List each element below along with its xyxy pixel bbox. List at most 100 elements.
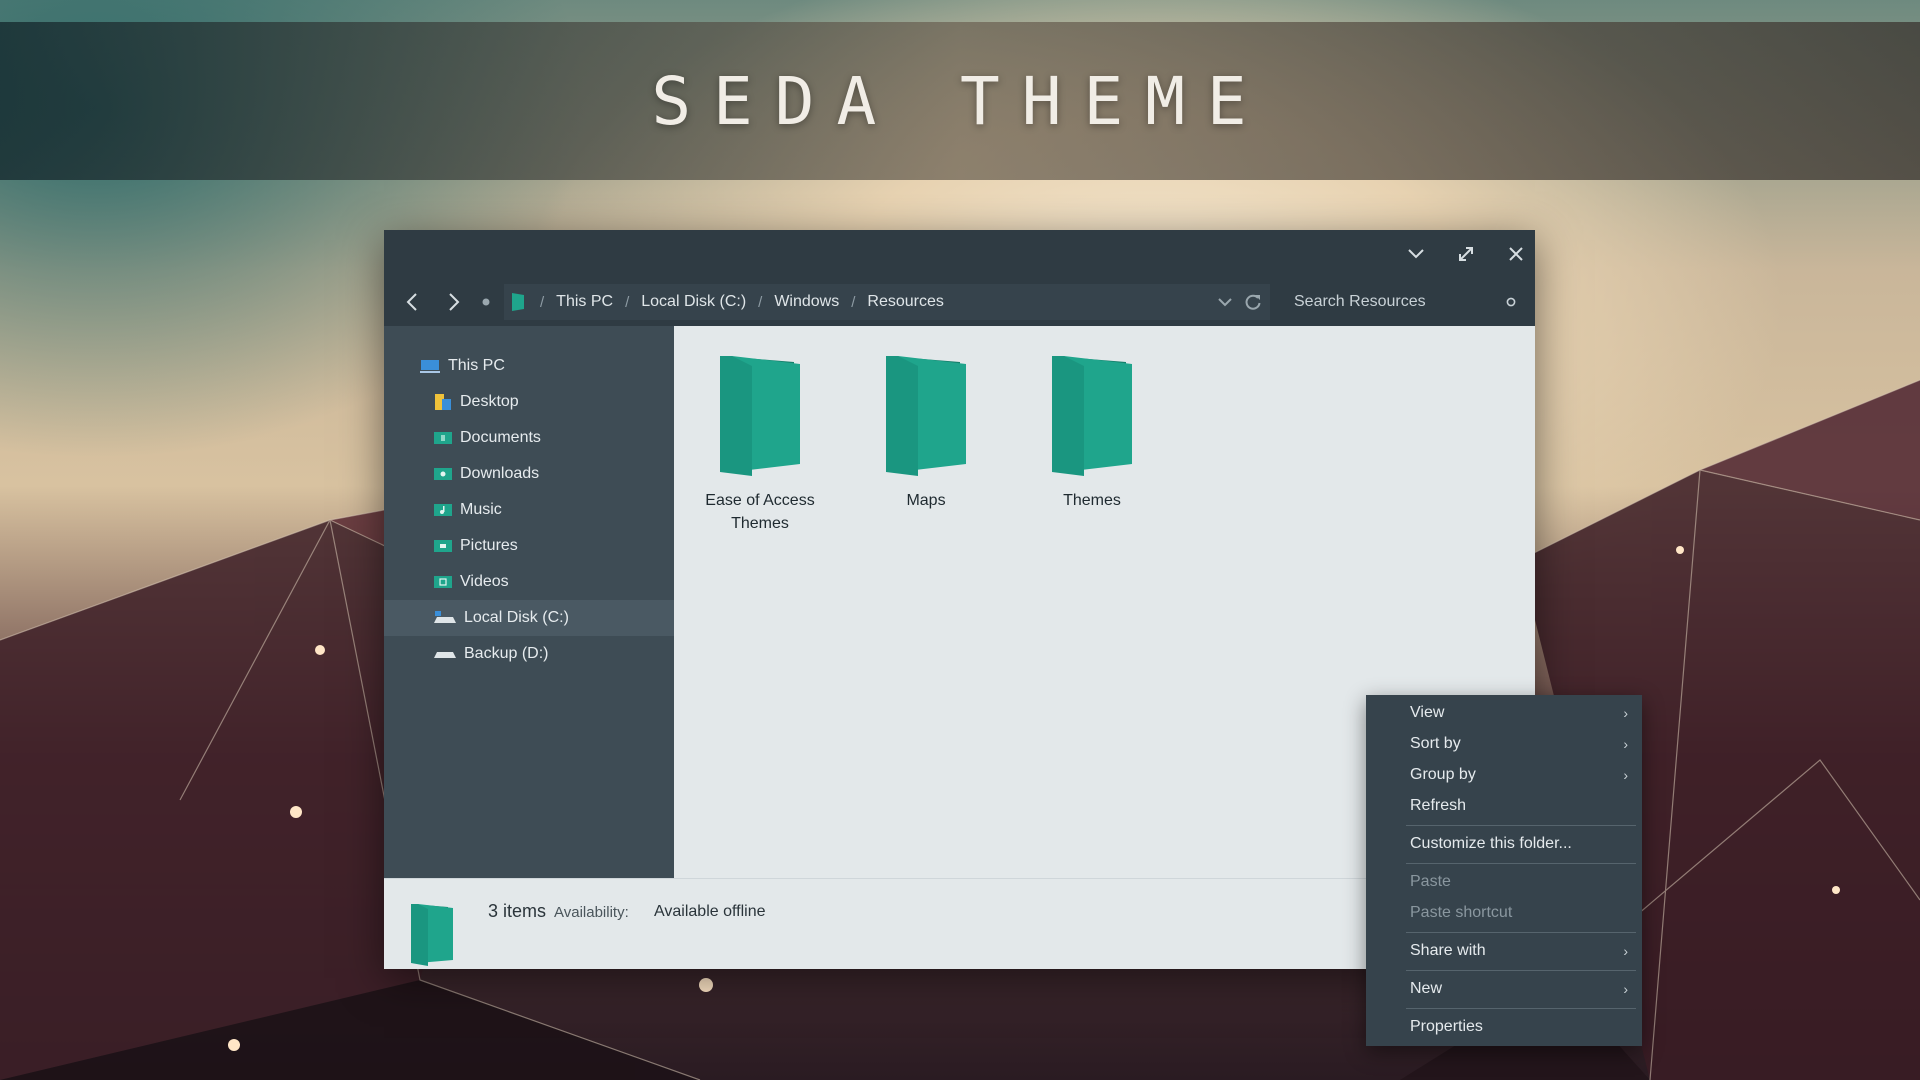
sidebar-item-desktop[interactable]: Desktop [384,384,674,420]
sidebar-item-label: Desktop [460,393,519,410]
sidebar-item-label: Downloads [460,465,540,482]
sidebar-item-label: Videos [460,573,509,590]
computer-icon [420,360,440,373]
sidebar-item-label: Documents [460,429,541,446]
folder-icon [886,356,966,476]
downloads-icon [434,468,452,480]
menu-item-customize-folder[interactable]: Customize this folder... [1366,828,1642,859]
chevron-right-icon: › [1623,942,1628,959]
breadcrumb[interactable]: / This PC / Local Disk (C:) / Windows / … [504,284,1270,320]
menu-item-label: View [1410,703,1445,721]
menu-separator [1406,932,1636,933]
sidebar-item-label: Pictures [460,537,518,554]
address-bar: / This PC / Local Disk (C:) / Windows / … [384,278,1535,326]
breadcrumb-this-pc[interactable]: This PC [556,293,613,311]
documents-icon [434,432,452,444]
sidebar-item-this-pc[interactable]: This PC [384,348,674,384]
availability-label: Availability: [554,904,629,921]
menu-item-new[interactable]: New › [1366,973,1642,1004]
menu-separator [1406,1008,1636,1009]
folder-item-themes[interactable]: Themes [1022,354,1162,512]
recent-locations-button[interactable] [476,286,496,318]
menu-item-label: Refresh [1410,796,1467,814]
sidebar-item-downloads[interactable]: Downloads [384,456,674,492]
menu-separator [1406,825,1636,826]
dot-icon [482,298,490,306]
chevron-left-icon [406,293,417,311]
close-button[interactable] [1496,238,1536,270]
maximize-button[interactable] [1446,238,1486,270]
breadcrumb-separator: / [851,293,856,311]
sidebar-item-local-disk-c[interactable]: Local Disk (C:) [384,600,674,636]
folder-item-maps[interactable]: Maps [856,354,996,512]
menu-item-sort-by[interactable]: Sort by › [1366,728,1642,759]
folder-icon [512,293,524,311]
refresh-icon[interactable] [1244,293,1262,311]
banner-title: SEDA THEME [651,62,1269,140]
menu-separator [1406,970,1636,971]
breadcrumb-windows[interactable]: Windows [774,293,839,311]
explorer-window: / This PC / Local Disk (C:) / Windows / … [384,230,1535,969]
menu-item-label: Sort by [1410,734,1461,752]
folder-label: Ease of Access Themes [705,492,815,532]
menu-item-label: Paste [1410,872,1451,890]
banner: SEDA THEME [0,22,1920,180]
sidebar-item-music[interactable]: Music [384,492,674,528]
sidebar-item-label: This PC [448,357,505,374]
sidebar-item-label: Backup (D:) [464,645,549,662]
desktop-icon [435,394,451,410]
back-button[interactable] [396,286,428,318]
drive-icon [434,611,456,623]
navigation-pane: This PC Desktop Documents Downloads Musi… [384,326,674,878]
breadcrumb-separator: / [540,293,545,311]
sidebar-item-documents[interactable]: Documents [384,420,674,456]
menu-item-label: New [1410,979,1443,997]
menu-item-label: Properties [1410,1017,1483,1035]
expand-icon [1459,247,1473,261]
menu-item-share-with[interactable]: Share with › [1366,935,1642,966]
chevron-right-icon: › [1623,735,1628,752]
menu-item-label: Paste shortcut [1410,903,1513,921]
search-box[interactable]: Search Resources [1280,284,1530,320]
context-menu: View › Sort by › Group by › Refresh Cust… [1366,695,1642,1046]
chevron-down-icon [1408,249,1424,259]
folder-label: Maps [906,492,946,509]
menu-item-label: Share with [1410,941,1486,959]
title-bar [384,230,1535,278]
chevron-right-icon [449,293,460,311]
menu-item-view[interactable]: View › [1366,697,1642,728]
breadcrumb-separator: / [758,293,763,311]
folder-icon [1052,356,1132,476]
search-placeholder: Search Resources [1294,293,1426,310]
folder-icon [720,356,800,476]
search-icon[interactable] [1506,297,1516,307]
menu-separator [1406,863,1636,864]
sidebar-item-pictures[interactable]: Pictures [384,528,674,564]
chevron-right-icon: › [1623,766,1628,783]
sidebar-item-label: Music [460,501,502,518]
breadcrumb-separator: / [625,293,630,311]
sidebar-item-label: Local Disk (C:) [464,609,569,626]
sidebar-item-videos[interactable]: Videos [384,564,674,600]
drive-icon [434,652,456,658]
forward-button[interactable] [438,286,470,318]
chevron-right-icon: › [1623,980,1628,997]
minimize-button[interactable] [1396,238,1436,270]
availability-value: Available offline [654,903,766,920]
music-icon [434,504,452,516]
item-count: 3 items [488,901,547,921]
menu-item-properties[interactable]: Properties [1366,1011,1642,1042]
videos-icon [434,576,452,588]
menu-item-paste: Paste [1366,866,1642,897]
status-bar: 3 items Availability: Available offline [384,878,1535,969]
sidebar-item-backup-d[interactable]: Backup (D:) [384,636,674,672]
folder-label: Themes [1063,492,1121,509]
menu-item-group-by[interactable]: Group by › [1366,759,1642,790]
folder-item-ease-of-access-themes[interactable]: Ease of Access Themes [690,354,830,535]
history-dropdown-icon[interactable] [1218,298,1232,307]
menu-item-refresh[interactable]: Refresh [1366,790,1642,821]
chevron-right-icon: › [1623,704,1628,721]
breadcrumb-local-disk[interactable]: Local Disk (C:) [641,293,746,311]
menu-item-label: Group by [1410,765,1476,783]
breadcrumb-resources[interactable]: Resources [867,293,943,311]
